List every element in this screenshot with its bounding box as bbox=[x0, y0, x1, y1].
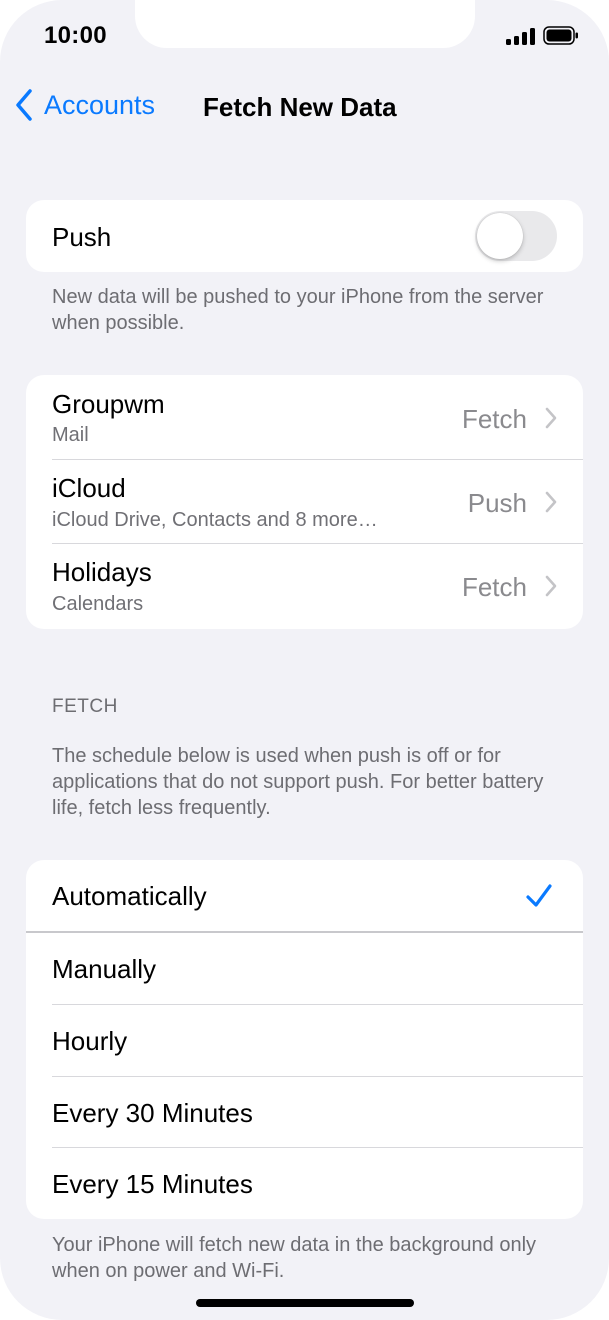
option-label: Hourly bbox=[52, 1026, 128, 1056]
account-name: Groupwm bbox=[52, 389, 165, 419]
checkmark-icon bbox=[526, 884, 552, 907]
push-row: Push bbox=[26, 200, 583, 272]
account-row-groupwm[interactable]: Groupwm Mail Fetch bbox=[26, 375, 583, 460]
battery-icon bbox=[543, 26, 579, 45]
account-row-icloud[interactable]: iCloud iCloud Drive, Contacts and 8 more… bbox=[26, 460, 583, 544]
account-mode: Fetch bbox=[461, 572, 527, 602]
account-detail: Mail bbox=[52, 424, 89, 446]
option-automatically[interactable]: Automatically bbox=[26, 860, 583, 933]
fetch-footnote: Your iPhone will fetch new data in the b… bbox=[52, 1234, 537, 1282]
account-row-holidays[interactable]: Holidays Calendars Fetch bbox=[26, 544, 583, 629]
option-label: Automatically bbox=[52, 881, 207, 911]
account-detail: Calendars bbox=[52, 593, 144, 615]
back-label: Accounts bbox=[44, 89, 156, 120]
chevron-right-icon bbox=[545, 407, 557, 429]
chevron-right-icon bbox=[545, 575, 557, 597]
page-title: Fetch New Data bbox=[203, 92, 397, 122]
chevron-right-icon bbox=[545, 491, 557, 513]
chevron-left-icon bbox=[16, 89, 32, 121]
status-time: 10:00 bbox=[44, 22, 107, 49]
push-toggle[interactable] bbox=[475, 211, 557, 261]
option-every-30-minutes[interactable]: Every 30 Minutes bbox=[26, 1077, 583, 1148]
account-mode: Fetch bbox=[461, 404, 527, 434]
notch bbox=[135, 0, 475, 48]
push-label: Push bbox=[52, 222, 112, 252]
push-footnote: New data will be pushed to your iPhone f… bbox=[52, 286, 544, 334]
account-name: iCloud bbox=[52, 473, 126, 503]
option-label: Every 30 Minutes bbox=[52, 1098, 253, 1128]
option-hourly[interactable]: Hourly bbox=[26, 1005, 583, 1077]
back-button[interactable]: Accounts bbox=[14, 88, 155, 122]
fetch-description: The schedule below is used when push is … bbox=[52, 745, 544, 819]
option-label: Every 15 Minutes bbox=[52, 1169, 253, 1199]
option-every-15-minutes[interactable]: Every 15 Minutes bbox=[26, 1148, 583, 1219]
fetch-section-header: FETCH bbox=[52, 696, 118, 717]
account-detail: iCloud Drive, Contacts and 8 more… bbox=[52, 509, 378, 531]
toggle-knob bbox=[477, 213, 523, 259]
status-icons bbox=[506, 26, 579, 45]
push-group: Push bbox=[26, 200, 583, 272]
cellular-signal-icon bbox=[506, 27, 535, 45]
accounts-group: Groupwm Mail Fetch iCloud iCloud Drive, … bbox=[26, 375, 583, 629]
option-manually[interactable]: Manually bbox=[26, 933, 583, 1005]
option-label: Manually bbox=[52, 954, 157, 984]
phone-screen: 10:00 Accounts Fetch New Data Push New d… bbox=[0, 0, 609, 1320]
fetch-options-group: Automatically Manually Hourly Every 30 M… bbox=[26, 860, 583, 1219]
account-name: Holidays bbox=[52, 557, 152, 587]
account-mode: Push bbox=[467, 488, 527, 518]
home-indicator bbox=[196, 1299, 414, 1307]
